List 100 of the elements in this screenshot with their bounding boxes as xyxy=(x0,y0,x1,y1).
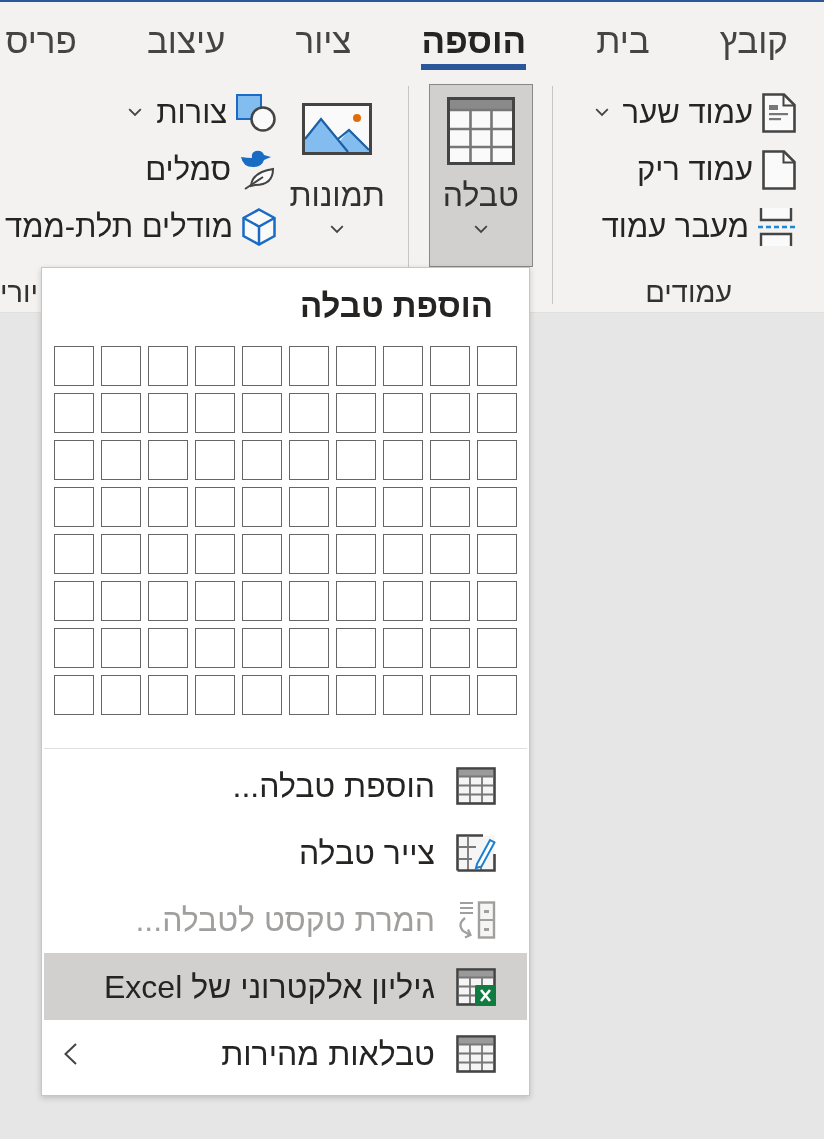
grid-cell[interactable] xyxy=(101,675,141,715)
ribbon-button[interactable]: מעבר עמוד xyxy=(596,198,796,255)
grid-cell[interactable] xyxy=(383,534,423,574)
grid-cell[interactable] xyxy=(54,628,94,668)
grid-cell[interactable] xyxy=(242,440,282,480)
grid-cell[interactable] xyxy=(195,393,235,433)
grid-cell[interactable] xyxy=(430,440,470,480)
ribbon-tab[interactable]: פריס xyxy=(5,2,112,78)
grid-cell[interactable] xyxy=(336,628,376,668)
grid-cell[interactable] xyxy=(148,628,188,668)
ribbon-tab[interactable]: הוספה xyxy=(386,2,562,78)
grid-cell[interactable] xyxy=(336,393,376,433)
grid-cell[interactable] xyxy=(477,440,517,480)
grid-cell[interactable] xyxy=(289,487,329,527)
grid-cell[interactable] xyxy=(383,346,423,386)
grid-cell[interactable] xyxy=(54,534,94,574)
ribbon-tab[interactable]: ציור xyxy=(260,2,387,78)
grid-cell[interactable] xyxy=(383,628,423,668)
grid-cell[interactable] xyxy=(430,393,470,433)
grid-cell[interactable] xyxy=(195,675,235,715)
grid-cell[interactable] xyxy=(148,581,188,621)
grid-cell[interactable] xyxy=(336,487,376,527)
grid-cell[interactable] xyxy=(148,393,188,433)
menu-item[interactable]: גיליון אלקטרוני של Excel xyxy=(44,953,527,1020)
grid-cell[interactable] xyxy=(242,487,282,527)
ribbon-tab[interactable]: בית xyxy=(561,2,685,78)
grid-cell[interactable] xyxy=(289,675,329,715)
grid-cell[interactable] xyxy=(336,440,376,480)
grid-cell[interactable] xyxy=(195,534,235,574)
ribbon-button[interactable]: סמלים xyxy=(140,141,277,198)
grid-cell[interactable] xyxy=(54,581,94,621)
grid-cell[interactable] xyxy=(54,675,94,715)
grid-cell[interactable] xyxy=(336,534,376,574)
grid-cell[interactable] xyxy=(477,675,517,715)
menu-title: הוספת טבלה xyxy=(299,286,493,326)
grid-cell[interactable] xyxy=(383,581,423,621)
grid-cell[interactable] xyxy=(477,628,517,668)
grid-cell[interactable] xyxy=(101,487,141,527)
grid-cell[interactable] xyxy=(430,581,470,621)
grid-cell[interactable] xyxy=(54,393,94,433)
grid-cell[interactable] xyxy=(430,487,470,527)
menu-item[interactable]: טבלאות מהירות xyxy=(44,1020,527,1087)
grid-cell[interactable] xyxy=(289,534,329,574)
grid-cell[interactable] xyxy=(148,440,188,480)
grid-cell[interactable] xyxy=(54,440,94,480)
ribbon-button[interactable]: עמוד שער xyxy=(594,84,796,141)
grid-cell[interactable] xyxy=(242,581,282,621)
grid-cell[interactable] xyxy=(101,534,141,574)
grid-cell[interactable] xyxy=(289,440,329,480)
grid-cell[interactable] xyxy=(477,581,517,621)
grid-cell[interactable] xyxy=(148,675,188,715)
grid-cell[interactable] xyxy=(195,346,235,386)
grid-cell[interactable] xyxy=(430,534,470,574)
grid-cell[interactable] xyxy=(242,534,282,574)
menu-item[interactable]: צייר טבלה xyxy=(44,819,527,886)
grid-cell[interactable] xyxy=(383,393,423,433)
grid-cell[interactable] xyxy=(383,440,423,480)
grid-cell[interactable] xyxy=(430,628,470,668)
ribbon-button[interactable]: עמוד ריק xyxy=(631,141,796,198)
grid-cell[interactable] xyxy=(242,393,282,433)
grid-cell[interactable] xyxy=(54,487,94,527)
grid-cell[interactable] xyxy=(477,487,517,527)
grid-cell[interactable] xyxy=(383,487,423,527)
pictures-button[interactable]: תמונות xyxy=(288,84,387,255)
grid-cell[interactable] xyxy=(148,487,188,527)
grid-cell[interactable] xyxy=(477,534,517,574)
grid-cell[interactable] xyxy=(336,675,376,715)
ribbon-tab[interactable]: קובץ xyxy=(684,2,823,78)
grid-cell[interactable] xyxy=(148,346,188,386)
grid-cell[interactable] xyxy=(242,675,282,715)
grid-cell[interactable] xyxy=(54,346,94,386)
grid-cell[interactable] xyxy=(430,675,470,715)
grid-cell[interactable] xyxy=(148,534,188,574)
menu-item[interactable]: הוספת טבלה... xyxy=(44,752,527,819)
grid-cell[interactable] xyxy=(101,393,141,433)
page-with-lines-icon xyxy=(762,92,796,133)
grid-cell[interactable] xyxy=(101,581,141,621)
grid-cell[interactable] xyxy=(477,346,517,386)
ribbon-tab[interactable]: עיצוב xyxy=(111,2,261,78)
grid-cell[interactable] xyxy=(101,628,141,668)
ribbon-button[interactable]: צורות xyxy=(128,84,277,141)
grid-cell[interactable] xyxy=(101,346,141,386)
grid-cell[interactable] xyxy=(101,440,141,480)
grid-cell[interactable] xyxy=(195,440,235,480)
grid-cell[interactable] xyxy=(289,346,329,386)
table-button[interactable]: טבלה xyxy=(428,84,533,267)
grid-cell[interactable] xyxy=(242,628,282,668)
grid-cell[interactable] xyxy=(383,675,423,715)
grid-cell[interactable] xyxy=(289,628,329,668)
grid-cell[interactable] xyxy=(336,346,376,386)
grid-cell[interactable] xyxy=(336,581,376,621)
grid-cell[interactable] xyxy=(195,628,235,668)
grid-cell[interactable] xyxy=(477,393,517,433)
grid-cell[interactable] xyxy=(195,581,235,621)
grid-cell[interactable] xyxy=(289,393,329,433)
grid-cell[interactable] xyxy=(242,346,282,386)
grid-cell[interactable] xyxy=(430,346,470,386)
grid-cell[interactable] xyxy=(195,487,235,527)
grid-cell[interactable] xyxy=(289,581,329,621)
ribbon-button[interactable]: מודלים תלת-ממד xyxy=(0,198,277,255)
